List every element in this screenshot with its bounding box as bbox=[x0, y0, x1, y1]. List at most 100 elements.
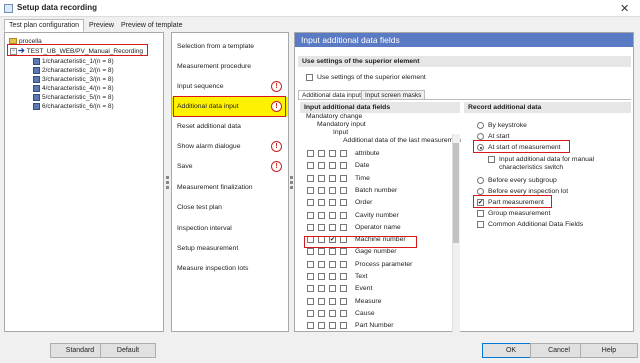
field-checkbox[interactable] bbox=[318, 260, 325, 268]
field-checkbox[interactable] bbox=[340, 248, 347, 256]
tree-root-row[interactable]: procella bbox=[9, 37, 42, 46]
field-checkbox[interactable] bbox=[307, 297, 314, 305]
field-checkbox[interactable] bbox=[329, 285, 336, 293]
splitter-grip[interactable] bbox=[290, 176, 293, 179]
field-checkbox[interactable] bbox=[307, 236, 314, 244]
field-checkbox[interactable] bbox=[340, 186, 347, 194]
splitter-grip[interactable] bbox=[290, 181, 293, 184]
field-checkbox[interactable] bbox=[318, 186, 325, 194]
use-superior-settings-checkbox[interactable] bbox=[306, 74, 313, 81]
tab-preview[interactable]: Preview bbox=[84, 19, 119, 32]
field-checkbox[interactable] bbox=[329, 186, 336, 194]
field-checkbox[interactable] bbox=[329, 309, 336, 317]
field-checkbox[interactable] bbox=[340, 199, 347, 207]
default-button[interactable]: Default bbox=[100, 343, 156, 358]
tree-plan-row[interactable]: − ➔ TEST_UB_WEB/PV_Manual_Recording bbox=[10, 46, 143, 55]
radio-by-keystroke[interactable] bbox=[477, 122, 484, 129]
field-checkbox[interactable] bbox=[329, 260, 336, 268]
tab-preview-of-template[interactable]: Preview of template bbox=[116, 19, 187, 32]
radio-at-start[interactable] bbox=[477, 133, 484, 140]
field-checkbox[interactable] bbox=[307, 322, 314, 330]
field-checkbox[interactable] bbox=[329, 211, 336, 219]
field-checkbox[interactable] bbox=[318, 273, 325, 280]
field-checkbox[interactable] bbox=[329, 162, 336, 170]
step-measure-inspection-lots[interactable]: Measure inspection lots bbox=[172, 259, 288, 278]
field-checkbox[interactable] bbox=[340, 174, 347, 182]
field-checkbox[interactable] bbox=[307, 199, 314, 207]
step-additional-data-input[interactable]: Additional data input! bbox=[172, 97, 288, 116]
tree-item[interactable]: 1/characteristic_1/(n = 8) bbox=[33, 57, 114, 66]
field-checkbox[interactable] bbox=[318, 211, 325, 219]
field-checkbox[interactable] bbox=[340, 285, 347, 293]
field-checkbox[interactable] bbox=[340, 150, 347, 157]
step-inspection-interval[interactable]: Inspection interval bbox=[172, 219, 288, 238]
field-checkbox[interactable] bbox=[329, 199, 336, 207]
splitter-grip[interactable] bbox=[166, 176, 169, 179]
tree-item[interactable]: 3/characteristic_3/(n = 8) bbox=[33, 75, 114, 84]
field-checkbox[interactable] bbox=[318, 236, 325, 244]
field-checkbox[interactable] bbox=[307, 223, 314, 231]
field-checkbox[interactable] bbox=[329, 273, 336, 280]
field-checkbox[interactable] bbox=[329, 236, 336, 244]
tree-item[interactable]: 6/characteristic_6/(n = 8) bbox=[33, 102, 114, 111]
part-measurement-checkbox[interactable] bbox=[477, 199, 484, 206]
splitter-grip[interactable] bbox=[166, 181, 169, 184]
field-checkbox[interactable] bbox=[318, 322, 325, 330]
field-checkbox[interactable] bbox=[329, 248, 336, 256]
field-checkbox[interactable] bbox=[307, 162, 314, 170]
field-checkbox[interactable] bbox=[318, 150, 325, 157]
field-checkbox[interactable] bbox=[340, 309, 347, 317]
step-close-test-plan[interactable]: Close test plan bbox=[172, 198, 288, 217]
field-checkbox[interactable] bbox=[307, 248, 314, 256]
radio-before-every-subgroup[interactable] bbox=[477, 177, 484, 184]
splitter-grip[interactable] bbox=[166, 186, 169, 189]
step-measurement-finalization[interactable]: Measurement finalization bbox=[172, 178, 288, 197]
field-checkbox[interactable] bbox=[340, 273, 347, 280]
field-checkbox[interactable] bbox=[340, 223, 347, 231]
tab-test-plan-configuration[interactable]: Test plan configuration bbox=[4, 19, 85, 32]
step-input-sequence[interactable]: Input sequence! bbox=[172, 77, 288, 96]
field-checkbox[interactable] bbox=[307, 211, 314, 219]
field-checkbox[interactable] bbox=[340, 211, 347, 219]
field-checkbox[interactable] bbox=[318, 162, 325, 170]
field-checkbox[interactable] bbox=[307, 285, 314, 293]
field-checkbox[interactable] bbox=[329, 150, 336, 157]
field-checkbox[interactable] bbox=[307, 260, 314, 268]
step-save[interactable]: Save! bbox=[172, 157, 288, 176]
tree-item[interactable]: 2/characteristic_2/(n = 8) bbox=[33, 66, 114, 75]
field-checkbox[interactable] bbox=[329, 223, 336, 231]
field-checkbox[interactable] bbox=[307, 186, 314, 194]
field-checkbox[interactable] bbox=[340, 322, 347, 330]
field-checkbox[interactable] bbox=[318, 199, 325, 207]
field-checkbox[interactable] bbox=[307, 150, 314, 157]
field-checkbox[interactable] bbox=[318, 248, 325, 256]
step-selection-from-template[interactable]: Selection from a template bbox=[172, 37, 288, 56]
step-measurement-procedure[interactable]: Measurement procedure bbox=[172, 57, 288, 76]
group-measurement-checkbox[interactable] bbox=[477, 210, 484, 217]
close-icon[interactable]: ✕ bbox=[620, 2, 629, 15]
manual-switch-checkbox[interactable] bbox=[488, 156, 495, 163]
field-checkbox[interactable] bbox=[307, 174, 314, 182]
radio-before-every-inspection-lot[interactable] bbox=[477, 188, 484, 195]
test-plan-tree[interactable]: procella − ➔ TEST_UB_WEB/PV_Manual_Recordi… bbox=[4, 32, 164, 332]
help-button[interactable]: Help bbox=[580, 343, 638, 358]
field-checkbox[interactable] bbox=[329, 297, 336, 305]
field-checkbox[interactable] bbox=[318, 297, 325, 305]
collapse-icon[interactable]: − bbox=[10, 47, 17, 55]
field-checkbox[interactable] bbox=[340, 260, 347, 268]
field-checkbox[interactable] bbox=[307, 273, 314, 280]
splitter-grip[interactable] bbox=[290, 186, 293, 189]
step-reset-additional-data[interactable]: Reset additional data bbox=[172, 117, 288, 136]
step-setup-measurement[interactable]: Setup measurement bbox=[172, 239, 288, 258]
field-checkbox[interactable] bbox=[329, 174, 336, 182]
field-checkbox[interactable] bbox=[340, 236, 347, 244]
field-checkbox[interactable] bbox=[318, 309, 325, 317]
field-checkbox[interactable] bbox=[340, 297, 347, 305]
field-checkbox[interactable] bbox=[340, 162, 347, 170]
fields-scrollbar-thumb[interactable] bbox=[453, 143, 459, 243]
tree-item[interactable]: 5/characteristic_5/(n = 8) bbox=[33, 93, 114, 102]
field-checkbox[interactable] bbox=[318, 174, 325, 182]
radio-at-start-of-measurement[interactable] bbox=[477, 144, 484, 151]
step-show-alarm-dialogue[interactable]: Show alarm dialogue! bbox=[172, 137, 288, 156]
field-checkbox[interactable] bbox=[329, 322, 336, 330]
